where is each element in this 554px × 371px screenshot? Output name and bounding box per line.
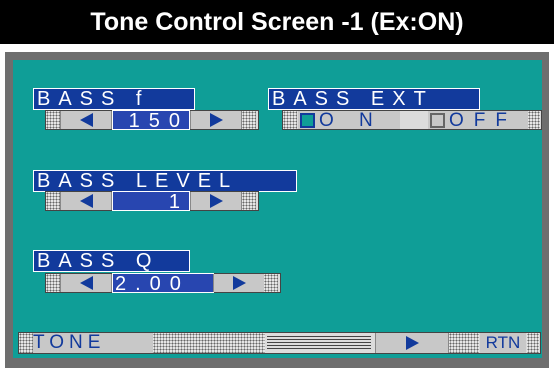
dots-decoration xyxy=(242,192,256,210)
bass-f-control: 150 xyxy=(45,110,259,131)
bass-ext-control: O N OFF xyxy=(282,110,542,130)
screen-title: Tone Control Screen -1 (Ex:ON) xyxy=(0,0,554,44)
bass-level-value: 1 xyxy=(112,191,190,212)
dots-decoration xyxy=(283,111,297,129)
dots-decoration xyxy=(527,333,539,353)
return-button[interactable]: RTN xyxy=(480,333,526,353)
left-arrow-icon xyxy=(79,113,93,127)
dots-decoration xyxy=(528,111,540,129)
bottom-bar: TONE RTN xyxy=(18,332,541,354)
bass-ext-label: BASS EXT xyxy=(268,88,480,110)
bass-level-control: 1 xyxy=(45,191,259,212)
bass-ext-on-option[interactable]: O N xyxy=(298,110,400,131)
bass-ext-off-text: OFF xyxy=(449,110,517,131)
bass-ext-on-text: O N xyxy=(319,110,383,131)
bass-f-label-text: BASS f xyxy=(34,89,194,110)
bass-f-label: BASS f xyxy=(33,88,195,110)
line-decoration xyxy=(267,336,371,350)
bass-q-label-text: BASS Q xyxy=(34,251,189,272)
bass-q-value: 2.00 xyxy=(112,273,214,294)
left-arrow-icon xyxy=(79,194,93,208)
bass-level-increase-button[interactable] xyxy=(190,192,242,210)
left-arrow-icon xyxy=(79,276,93,290)
bass-q-control: 2.00 xyxy=(45,273,281,294)
dots-decoration xyxy=(264,274,278,292)
right-arrow-icon xyxy=(232,276,246,290)
dots-decoration xyxy=(242,111,256,129)
dots-decoration xyxy=(46,111,60,129)
bass-level-label-text: BASS LEVEL xyxy=(34,171,296,192)
bass-level-decrease-button[interactable] xyxy=(60,192,112,210)
checkbox-icon xyxy=(300,113,315,129)
right-arrow-icon xyxy=(209,113,223,127)
bass-f-value: 150 xyxy=(112,110,190,131)
right-arrow-icon xyxy=(405,336,419,350)
dots-decoration xyxy=(46,274,60,292)
dots-decoration xyxy=(46,192,60,210)
checkbox-icon xyxy=(430,113,445,129)
bass-ext-off-option[interactable]: OFF xyxy=(428,110,530,131)
dots-decoration xyxy=(19,333,33,353)
dots-decoration xyxy=(449,333,479,353)
bass-level-label: BASS LEVEL xyxy=(33,170,297,192)
bass-ext-label-text: BASS EXT xyxy=(269,89,479,110)
bass-f-decrease-button[interactable] xyxy=(60,111,112,129)
bass-q-label: BASS Q xyxy=(33,250,190,272)
bass-f-increase-button[interactable] xyxy=(190,111,242,129)
bass-q-increase-button[interactable] xyxy=(213,274,265,292)
bass-q-decrease-button[interactable] xyxy=(60,274,112,292)
next-button[interactable] xyxy=(375,333,449,353)
right-arrow-icon xyxy=(209,194,223,208)
dots-decoration xyxy=(153,333,265,353)
tone-button[interactable]: TONE xyxy=(33,333,153,353)
